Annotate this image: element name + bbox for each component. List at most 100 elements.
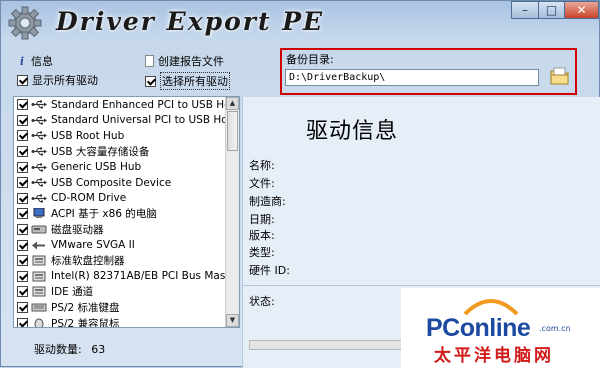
checkbox-icon: [145, 75, 156, 87]
field-manufacturer: 制造商:: [249, 195, 286, 208]
driver-count: 驱动数量: 63: [34, 341, 105, 357]
driver-label: 磁盘驱动器: [51, 224, 104, 237]
usb-icon: [31, 99, 47, 110]
scroll-thumb[interactable]: [227, 111, 238, 151]
folder-icon[interactable]: [549, 65, 571, 87]
driver-checkbox[interactable]: [17, 146, 28, 158]
field-date: 日期:: [249, 213, 275, 226]
show-all-label: 显示所有驱动: [32, 74, 98, 87]
maximize-button[interactable]: □: [538, 1, 565, 19]
usb-icon: [31, 162, 47, 173]
driver-item[interactable]: USB Composite Device: [14, 175, 226, 191]
app-window: Driver Export PE – □ ✕ i 信息 创建报告文件 显示所有驱…: [0, 0, 600, 368]
driver-item[interactable]: Standard Enhanced PCI to USB Host C: [14, 97, 226, 113]
computer-icon: [31, 207, 47, 219]
panel-title: 驱动信息: [306, 119, 399, 144]
create-report-option[interactable]: 创建报告文件: [145, 53, 224, 69]
select-all-checkbox[interactable]: 选择所有驱动: [145, 72, 230, 90]
logo-cn: 太平洋电脑网: [434, 346, 554, 366]
keyboard-icon: [31, 302, 47, 313]
driver-checkbox[interactable]: [17, 239, 28, 251]
driver-label: VMware SVGA II: [51, 239, 135, 252]
driver-label: USB 大容量存储设备: [51, 146, 150, 159]
mouse-icon: [31, 318, 47, 327]
field-type: 类型:: [249, 246, 275, 259]
driver-item[interactable]: VMware SVGA II: [14, 237, 226, 253]
scrollbar[interactable]: ▲ ▼: [225, 97, 239, 327]
driver-checkbox[interactable]: [17, 192, 28, 204]
logo-brand: PConline: [426, 314, 531, 342]
driver-item[interactable]: CD-ROM Drive: [14, 191, 226, 207]
driver-item[interactable]: PS/2 标准键盘: [14, 300, 226, 316]
minimize-button[interactable]: –: [511, 1, 539, 19]
driver-list-items: Standard Enhanced PCI to USB Host C Stand…: [14, 97, 226, 327]
pconline-logo: PConline .com.cn 太平洋电脑网: [401, 288, 600, 368]
driver-checkbox[interactable]: [17, 286, 28, 298]
field-name: 名称:: [249, 159, 275, 172]
disk-icon: [31, 224, 47, 235]
driver-checkbox[interactable]: [17, 302, 28, 314]
usb-icon: [31, 177, 47, 188]
driver-count-value: 63: [91, 343, 106, 356]
close-button[interactable]: ✕: [564, 1, 599, 19]
driver-item[interactable]: 标准软盘控制器: [14, 253, 226, 269]
driver-item[interactable]: PS/2 兼容鼠标: [14, 315, 226, 327]
field-file: 文件:: [249, 177, 275, 190]
driver-item[interactable]: USB 大容量存储设备: [14, 144, 226, 160]
driver-checkbox[interactable]: [17, 270, 28, 282]
title-bar: Driver Export PE – □ ✕: [1, 1, 600, 45]
controller-icon: [31, 286, 47, 297]
driver-label: PS/2 标准键盘: [51, 302, 120, 315]
driver-checkbox[interactable]: [17, 99, 28, 111]
driver-label: Standard Universal PCI to USB Host C: [51, 114, 226, 127]
field-version: 版本:: [249, 229, 275, 242]
info-icon: i: [19, 54, 25, 68]
driver-item[interactable]: IDE 通道: [14, 284, 226, 300]
checkbox-icon: [17, 74, 28, 86]
divider: [242, 285, 600, 286]
progress-bar: [249, 340, 411, 350]
driver-list[interactable]: Standard Enhanced PCI to USB Host C Stand…: [13, 96, 240, 328]
controller-icon: [31, 271, 47, 282]
driver-checkbox[interactable]: [17, 130, 28, 142]
driver-checkbox[interactable]: [17, 177, 28, 189]
driver-checkbox[interactable]: [17, 208, 28, 220]
driver-checkbox[interactable]: [17, 317, 28, 327]
driver-item[interactable]: Intel(R) 82371AB/EB PCI Bus Master I: [14, 269, 226, 285]
driver-label: Generic USB Hub: [51, 161, 142, 174]
driver-count-label: 驱动数量:: [34, 343, 82, 356]
driver-checkbox[interactable]: [17, 224, 28, 236]
driver-label: 标准软盘控制器: [51, 255, 125, 268]
driver-item[interactable]: Standard Universal PCI to USB Host C: [14, 113, 226, 129]
field-hardware-id: 硬件 ID:: [249, 264, 290, 277]
driver-label: ACPI 基于 x86 的电脑: [51, 208, 157, 221]
logo-arc-icon: [463, 299, 519, 316]
controller-icon: [31, 255, 47, 266]
logo-domain: .com.cn: [539, 324, 571, 333]
driver-label: USB Composite Device: [51, 176, 172, 189]
driver-label: IDE 通道: [51, 286, 94, 299]
create-report-label: 创建报告文件: [158, 55, 224, 68]
show-all-checkbox[interactable]: 显示所有驱动: [17, 72, 98, 88]
document-icon: [145, 55, 154, 67]
backup-label: 备份目录:: [286, 53, 334, 66]
driver-item[interactable]: ACPI 基于 x86 的电脑: [14, 206, 226, 222]
usb-icon: [31, 193, 47, 204]
driver-item[interactable]: Generic USB Hub: [14, 159, 226, 175]
driver-checkbox[interactable]: [17, 255, 28, 267]
driver-item[interactable]: USB Root Hub: [14, 128, 226, 144]
backup-path-input[interactable]: D:\DriverBackup\: [285, 69, 539, 86]
driver-checkbox[interactable]: [17, 114, 28, 126]
info-label: 信息: [31, 55, 53, 68]
driver-item[interactable]: 磁盘驱动器: [14, 222, 226, 238]
scroll-down-icon[interactable]: ▼: [226, 314, 239, 327]
info-option[interactable]: i 信息: [17, 53, 53, 69]
scroll-up-icon[interactable]: ▲: [226, 97, 239, 110]
select-all-label: 选择所有驱动: [160, 72, 230, 90]
driver-label: Standard Enhanced PCI to USB Host C: [51, 98, 226, 111]
driver-label: PS/2 兼容鼠标: [51, 317, 120, 327]
driver-checkbox[interactable]: [17, 161, 28, 173]
window-title: Driver Export PE: [56, 7, 325, 36]
usb-icon: [31, 130, 47, 141]
driver-label: CD-ROM Drive: [51, 192, 127, 205]
